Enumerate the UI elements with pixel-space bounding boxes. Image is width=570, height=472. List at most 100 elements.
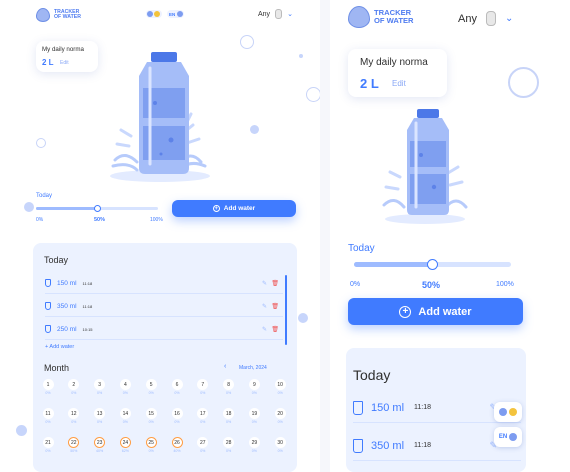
calendar-day[interactable]: 19 0% [247,408,261,424]
calendar-day[interactable]: 7 0% [196,379,210,395]
mobile-daily-norma-edit-button[interactable]: Edit [392,79,406,88]
bubble-decoration [240,35,254,49]
calendar-day[interactable]: 17 0% [196,408,210,424]
calendar-day[interactable]: 22 50% [67,437,81,453]
desktop-view: TRACKER OF WATER EN Any ⌄ My daily norma [0,0,320,472]
mobile-water-progress-bar[interactable] [354,259,511,270]
calendar-day-percent: 0% [251,391,257,395]
logo-line-2: OF WATER [54,14,81,20]
water-progress-knob[interactable] [93,204,101,212]
bubble-decoration [306,87,320,102]
calendar-day[interactable]: 9 0% [247,379,261,395]
calendar-day[interactable]: 28 0% [222,437,236,453]
mobile-add-water-button[interactable]: + Add water [348,298,523,325]
calendar-day-number: 8 [223,379,235,390]
mobile-logo-line-2: OF WATER [374,16,414,25]
calendar-day-percent: 0% [45,420,51,424]
water-drop-logo-icon [348,6,370,28]
calendar-day[interactable]: 29 0% [247,437,261,453]
delete-icon[interactable]: 🗑 [271,280,279,287]
calendar-day-percent: 0% [277,391,283,395]
add-water-button[interactable]: + Add water [172,200,296,217]
calendar-day-number: 5 [145,379,157,390]
calendar-day[interactable]: 2 0% [67,379,81,395]
today-entry-row: 350 ml 11:18 ✎ 🗑 [45,296,283,317]
calendar-day[interactable]: 25 0% [144,437,158,453]
calendar-day[interactable]: 10 0% [273,379,287,395]
edit-icon[interactable]: ✎ [262,326,267,333]
edit-icon[interactable]: ✎ [262,280,267,287]
calendar-day[interactable]: 26 40% [170,437,184,453]
mobile-language-toggle[interactable]: EN [494,427,522,447]
calendar-day-number: 4 [119,379,131,390]
calendar-day-number: 7 [197,379,209,390]
bubble-decoration [508,67,539,98]
calendar-day[interactable]: 24 62% [118,437,132,453]
edit-icon[interactable]: ✎ [262,303,267,310]
today-entry-row: 250 ml 10:15 ✎ 🗑 [45,319,283,340]
language-dot-icon [509,433,518,441]
calendar-day[interactable]: 4 0% [118,379,132,395]
bubble-decoration [24,202,34,212]
mobile-today-progress-label: Today [348,243,375,254]
progress-max-label: 100% [150,217,163,223]
water-progress-bar[interactable] [36,204,158,212]
daily-norma-title: My daily norma [42,46,84,53]
calendar-day-number: 19 [248,408,260,419]
mobile-add-water-label: Add water [418,305,472,318]
calendar-day[interactable]: 13 0% [93,408,107,424]
user-menu[interactable]: Any ⌄ [258,9,293,19]
entry-amount: 250 ml [57,325,77,333]
water-progress-fill [36,207,97,210]
chevron-left-icon[interactable]: ‹ [224,363,226,370]
calendar-day-percent: 0% [148,420,154,424]
delete-icon[interactable]: 🗑 [271,326,279,333]
sun-icon [509,408,517,416]
mobile-view: TRACKER OF WATER Any ⌄ My daily norma 2 … [330,0,570,472]
water-glass-icon [353,438,363,453]
mobile-user-name: Any [458,12,477,25]
calendar-day[interactable]: 16 0% [170,408,184,424]
daily-norma-edit-button[interactable]: Edit [60,60,69,66]
list-scrollbar[interactable] [285,275,287,345]
bubble-decoration [250,125,259,134]
calendar-day[interactable]: 23 40% [93,437,107,453]
theme-toggle[interactable] [146,10,162,18]
calendar-day-number: 1 [42,379,54,390]
calendar-day-number: 22 [68,437,80,448]
calendar-day-percent: 0% [148,449,154,453]
calendar-day-number: 18 [223,408,235,419]
calendar-day-percent: 0% [225,391,232,395]
logo[interactable]: TRACKER OF WATER [36,8,81,22]
mobile-user-menu[interactable]: Any ⌄ [458,11,513,26]
water-glass-icon [45,325,51,333]
user-name: Any [258,10,271,18]
calendar-day[interactable]: 11 0% [41,408,55,424]
delete-icon[interactable]: 🗑 [271,303,279,310]
calendar-day[interactable]: 21 0% [41,437,55,453]
mobile-water-progress-knob[interactable] [427,259,438,270]
mobile-theme-toggle[interactable] [494,402,522,422]
month-period: March, 2024 [239,365,267,371]
language-dot-icon [177,11,183,17]
calendar-day-number: 14 [119,408,131,419]
calendar-day[interactable]: 15 0% [144,408,158,424]
calendar-day[interactable]: 6 0% [170,379,184,395]
calendar-day[interactable]: 5 0% [144,379,158,395]
calendar-day[interactable]: 1 0% [41,379,55,395]
add-water-link[interactable]: + Add water [45,344,74,350]
calendar-day[interactable]: 12 0% [67,408,81,424]
calendar-day[interactable]: 3 0% [93,379,107,395]
calendar-day[interactable]: 14 0% [118,408,132,424]
today-entry-row: 150 ml 11:18 ✎ 🗑 [45,273,283,294]
calendar-day[interactable]: 27 0% [196,437,210,453]
calendar-day[interactable]: 8 0% [222,379,236,395]
mobile-logo[interactable]: TRACKER OF WATER [348,6,414,28]
calendar-day[interactable]: 30 0% [273,437,287,453]
calendar-day-number: 17 [197,408,209,419]
calendar-day[interactable]: 18 0% [222,408,236,424]
daily-norma-value: 2 L [42,58,54,67]
language-toggle[interactable]: EN [167,10,184,18]
calendar-day-percent: 0% [122,420,128,424]
calendar-day[interactable]: 20 0% [273,408,287,424]
